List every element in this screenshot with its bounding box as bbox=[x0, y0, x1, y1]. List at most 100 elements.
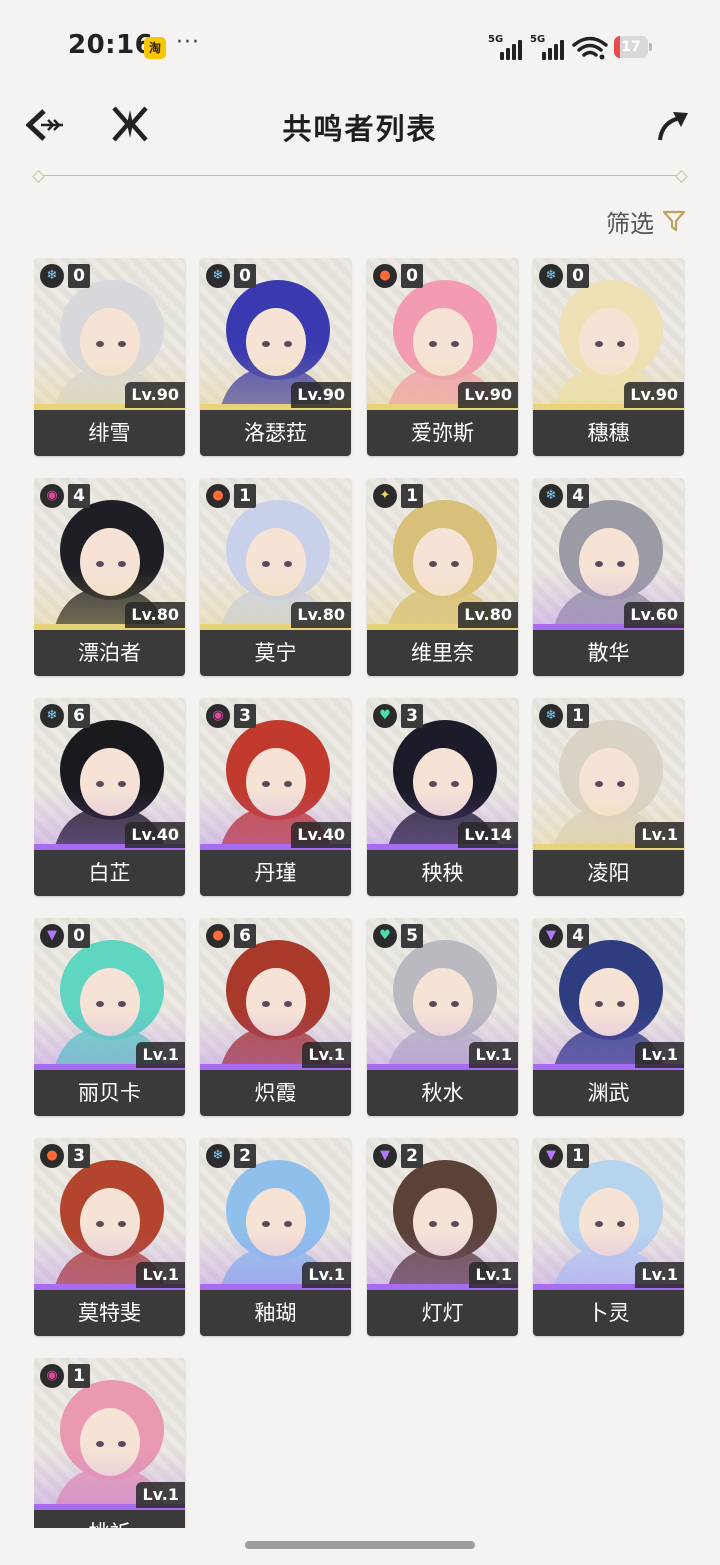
sequence-badge: 0 bbox=[68, 264, 90, 288]
character-name: 凌阳 bbox=[533, 850, 684, 896]
sequence-badge: 1 bbox=[234, 484, 256, 508]
character-card[interactable]: ✦ 1 Lv.80 维里奈 bbox=[367, 478, 518, 676]
character-card[interactable]: ▼ 4 Lv.1 渊武 bbox=[533, 918, 684, 1116]
character-card[interactable]: ❄ 1 Lv.1 凌阳 bbox=[533, 698, 684, 896]
home-indicator[interactable] bbox=[245, 1541, 475, 1549]
character-card[interactable]: ❄ 6 Lv.40 白芷 bbox=[34, 698, 185, 896]
character-card[interactable]: ❄ 2 Lv.1 釉瑚 bbox=[200, 1138, 351, 1336]
character-card[interactable]: ● 6 Lv.1 炽霞 bbox=[200, 918, 351, 1116]
aero-element-icon: ♥ bbox=[373, 924, 397, 948]
character-card[interactable]: ◉1 Lv.1 桃祈 bbox=[34, 1358, 185, 1528]
character-name: 绯雪 bbox=[34, 410, 185, 456]
havoc-element-icon: ◉ bbox=[40, 1364, 64, 1388]
sequence-badge: 2 bbox=[234, 1144, 256, 1168]
sequence-badge: 2 bbox=[401, 1144, 423, 1168]
character-name: 丽贝卡 bbox=[34, 1070, 185, 1116]
character-card[interactable]: ▼ 1 Lv.1 卜灵 bbox=[533, 1138, 684, 1336]
sequence-badge: 5 bbox=[401, 924, 423, 948]
character-card[interactable]: ♥ 3 Lv.14 秧秧 bbox=[367, 698, 518, 896]
level-badge: Lv.60 bbox=[624, 602, 684, 628]
sequence-badge: 0 bbox=[401, 264, 423, 288]
character-card[interactable]: ❄ 0 Lv.90 洛瑟菈 bbox=[200, 258, 351, 456]
sequence-badge: 1 bbox=[401, 484, 423, 508]
level-badge: Lv.1 bbox=[136, 1042, 185, 1068]
character-card[interactable]: ● 3 Lv.1 莫特斐 bbox=[34, 1138, 185, 1336]
character-name: 散华 bbox=[533, 630, 684, 676]
sequence-badge: 3 bbox=[234, 704, 256, 728]
page-header: 共鸣者列表 bbox=[0, 96, 720, 166]
character-card[interactable]: ◉ 3 Lv.40 丹瑾 bbox=[200, 698, 351, 896]
havoc-element-icon: ◉ bbox=[206, 704, 230, 728]
share-arrow-icon[interactable] bbox=[656, 108, 692, 144]
character-name: 灯灯 bbox=[367, 1290, 518, 1336]
signal-icon-sim2: 5G bbox=[530, 34, 566, 60]
level-badge: Lv.1 bbox=[635, 1262, 684, 1288]
level-badge: Lv.1 bbox=[136, 1262, 185, 1288]
character-name: 莫宁 bbox=[200, 630, 351, 676]
status-time: 20:16 bbox=[68, 30, 154, 60]
character-name: 秋水 bbox=[367, 1070, 518, 1116]
sequence-badge: 0 bbox=[234, 264, 256, 288]
character-card[interactable]: ❄ 4 Lv.60 散华 bbox=[533, 478, 684, 676]
character-name: 秧秧 bbox=[367, 850, 518, 896]
wifi-icon bbox=[572, 36, 608, 60]
level-badge: Lv.90 bbox=[458, 382, 518, 408]
status-bar: 20:16 淘 ··· 5G 5G 17 bbox=[0, 0, 720, 96]
fusion-element-icon: ● bbox=[206, 484, 230, 508]
electro-element-icon: ▼ bbox=[539, 924, 563, 948]
fusion-element-icon: ● bbox=[40, 1144, 64, 1168]
level-badge: Lv.1 bbox=[302, 1042, 351, 1068]
glacio-element-icon: ❄ bbox=[539, 484, 563, 508]
character-name: 莫特斐 bbox=[34, 1290, 185, 1336]
level-badge: Lv.40 bbox=[291, 822, 351, 848]
sequence-badge: 4 bbox=[567, 484, 589, 508]
character-card[interactable]: ▼ 2 Lv.1 灯灯 bbox=[367, 1138, 518, 1336]
level-badge: Lv.90 bbox=[624, 382, 684, 408]
filter-funnel-icon bbox=[662, 210, 686, 232]
sequence-badge: 1 bbox=[567, 704, 589, 728]
level-badge: Lv.1 bbox=[136, 1482, 185, 1508]
character-card[interactable]: ● 0 Lv.90 爱弥斯 bbox=[367, 258, 518, 456]
character-card[interactable]: ❄ 0 Lv.90 穗穗 bbox=[533, 258, 684, 456]
sequence-badge: 0 bbox=[567, 264, 589, 288]
glacio-element-icon: ❄ bbox=[40, 264, 64, 288]
header-divider bbox=[32, 170, 688, 183]
character-card[interactable]: ❄ 0 Lv.90 绯雪 bbox=[34, 258, 185, 456]
character-name: 穗穗 bbox=[533, 410, 684, 456]
more-notifications-icon: ··· bbox=[176, 30, 200, 55]
filter-button[interactable]: 筛选 bbox=[606, 204, 686, 238]
character-card[interactable]: ◉ 4 Lv.80 漂泊者 bbox=[34, 478, 185, 676]
character-grid: ❄ 0 Lv.90 绯雪 ❄ 0 Lv.90 洛瑟菈 ● 0 Lv.90 爱弥斯 ❄ 0 Lv.90 穗穗 ◉ 4… bbox=[34, 258, 688, 1528]
level-badge: Lv.80 bbox=[291, 602, 351, 628]
character-name: 桃祈 bbox=[34, 1510, 185, 1528]
sequence-badge: 4 bbox=[567, 924, 589, 948]
character-name: 炽霞 bbox=[200, 1070, 351, 1116]
character-card[interactable]: ♥ 5 Lv.1 秋水 bbox=[367, 918, 518, 1116]
battery-indicator: 17 bbox=[614, 36, 654, 58]
character-name: 卜灵 bbox=[533, 1290, 684, 1336]
level-badge: Lv.1 bbox=[469, 1262, 518, 1288]
level-badge: Lv.80 bbox=[125, 602, 185, 628]
character-name: 丹瑾 bbox=[200, 850, 351, 896]
level-badge: Lv.1 bbox=[469, 1042, 518, 1068]
level-badge: Lv.1 bbox=[635, 1042, 684, 1068]
character-card[interactable]: ▼ 0 Lv.1 丽贝卡 bbox=[34, 918, 185, 1116]
sequence-badge: 6 bbox=[68, 704, 90, 728]
level-badge: Lv.40 bbox=[125, 822, 185, 848]
havoc-element-icon: ◉ bbox=[40, 484, 64, 508]
spectro-element-icon: ✦ bbox=[373, 484, 397, 508]
sequence-badge: 0 bbox=[68, 924, 90, 948]
glacio-element-icon: ❄ bbox=[539, 264, 563, 288]
character-card[interactable]: ● 1 Lv.80 莫宁 bbox=[200, 478, 351, 676]
sequence-badge: 1 bbox=[567, 1144, 589, 1168]
level-badge: Lv.1 bbox=[302, 1262, 351, 1288]
level-badge: Lv.90 bbox=[291, 382, 351, 408]
sequence-badge: 6 bbox=[234, 924, 256, 948]
taobao-notification-icon: 淘 bbox=[144, 37, 166, 59]
character-name: 渊武 bbox=[533, 1070, 684, 1116]
glacio-element-icon: ❄ bbox=[539, 704, 563, 728]
glacio-element-icon: ❄ bbox=[40, 704, 64, 728]
character-name: 釉瑚 bbox=[200, 1290, 351, 1336]
aero-element-icon: ♥ bbox=[373, 704, 397, 728]
character-name: 洛瑟菈 bbox=[200, 410, 351, 456]
